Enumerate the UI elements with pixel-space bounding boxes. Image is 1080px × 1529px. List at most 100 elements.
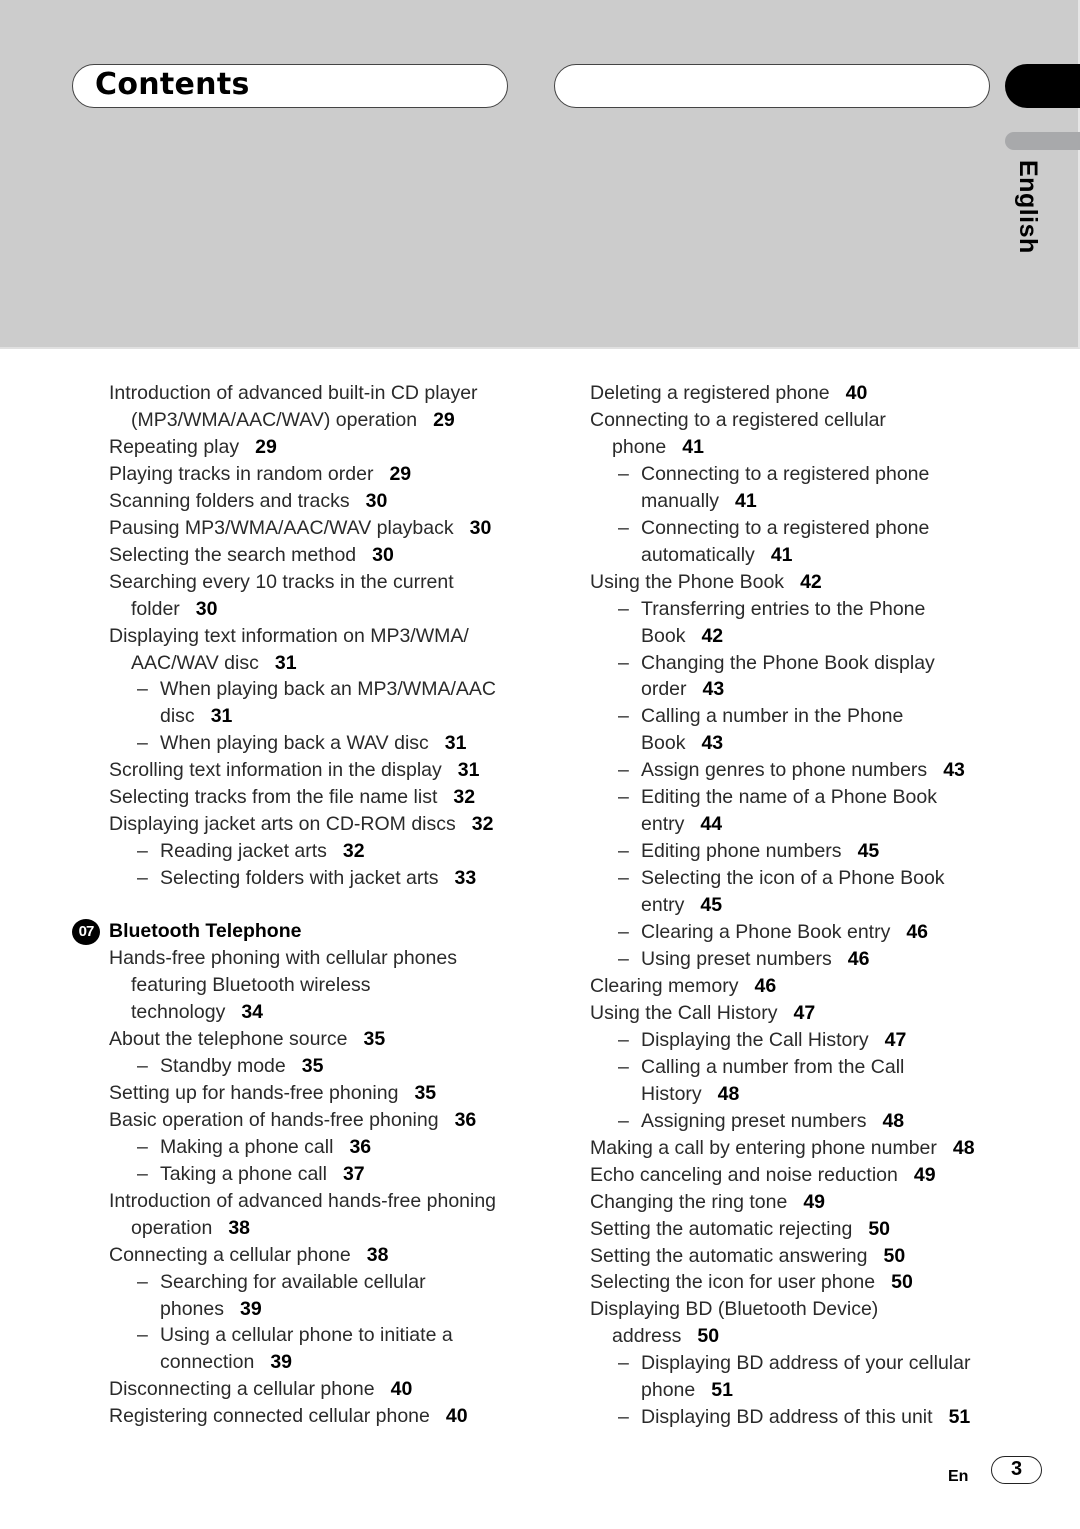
toc-entry[interactable]: Selecting the icon for user phone 50	[590, 1269, 1010, 1296]
toc-page-number[interactable]: 35	[414, 1082, 436, 1104]
toc-page-number[interactable]: 31	[445, 732, 467, 754]
toc-subentry[interactable]: – Standby mode 35	[109, 1053, 539, 1080]
toc-subentry[interactable]: – Selecting folders with jacket arts 33	[109, 865, 539, 892]
toc-subentry[interactable]: – Calling a number in the Phone Book 43	[590, 703, 1010, 757]
toc-subentry[interactable]: – When playing back an MP3/WMA/AAC disc 31	[109, 676, 539, 730]
toc-entry[interactable]: Pausing MP3/WMA/AAC/WAV playback 30	[109, 515, 539, 542]
toc-page-number[interactable]: 36	[455, 1109, 477, 1131]
toc-page-number[interactable]: 43	[701, 732, 723, 754]
toc-page-number[interactable]: 46	[754, 975, 776, 997]
toc-subentry[interactable]: – Searching for available cellular phones 3…	[109, 1269, 539, 1323]
toc-subentry[interactable]: – Displaying the Call History 47	[590, 1027, 1010, 1054]
toc-entry[interactable]: Playing tracks in random order 29	[109, 461, 539, 488]
toc-subentry[interactable]: – Connecting to a registered phone automat…	[590, 515, 1010, 569]
toc-page-number[interactable]: 38	[367, 1244, 389, 1266]
toc-entry[interactable]: Displaying text information on MP3/WMA/A…	[109, 623, 539, 677]
toc-page-number[interactable]: 44	[700, 813, 722, 835]
toc-page-number[interactable]: 50	[884, 1245, 906, 1267]
toc-page-number[interactable]: 49	[914, 1164, 936, 1186]
toc-page-number[interactable]: 32	[472, 813, 494, 835]
toc-subentry[interactable]: – Using preset numbers 46	[590, 946, 1010, 973]
toc-subentry[interactable]: – Selecting the icon of a Phone Book entry…	[590, 865, 1010, 919]
toc-entry[interactable]: Repeating play 29	[109, 434, 539, 461]
toc-page-number[interactable]: 50	[891, 1271, 913, 1293]
toc-entry[interactable]: Selecting tracks from the file name list…	[109, 784, 539, 811]
toc-subentry[interactable]: – Reading jacket arts 32	[109, 838, 539, 865]
toc-subentry[interactable]: – Connecting to a registered phone manuall…	[590, 461, 1010, 515]
toc-entry[interactable]: Setting up for hands-free phoning 35	[109, 1080, 539, 1107]
toc-page-number[interactable]: 34	[241, 1001, 263, 1023]
toc-page-number[interactable]: 49	[803, 1191, 825, 1213]
toc-page-number[interactable]: 31	[211, 705, 233, 727]
toc-page-number[interactable]: 43	[703, 678, 725, 700]
toc-page-number[interactable]: 30	[196, 598, 218, 620]
toc-page-number[interactable]: 51	[949, 1406, 971, 1428]
toc-page-number[interactable]: 39	[270, 1351, 292, 1373]
toc-page-number[interactable]: 43	[943, 759, 965, 781]
toc-page-number[interactable]: 35	[364, 1028, 386, 1050]
toc-subentry[interactable]: – Editing phone numbers 45	[590, 838, 1010, 865]
toc-page-number[interactable]: 29	[255, 436, 277, 458]
toc-entry[interactable]: Basic operation of hands-free phoning 36	[109, 1107, 539, 1134]
toc-page-number[interactable]: 48	[953, 1137, 975, 1159]
toc-page-number[interactable]: 46	[906, 921, 928, 943]
toc-entry[interactable]: Selecting the search method 30	[109, 542, 539, 569]
toc-page-number[interactable]: 47	[885, 1029, 907, 1051]
toc-entry[interactable]: Using the Call History 47	[590, 1000, 1010, 1027]
toc-page-number[interactable]: 29	[389, 463, 411, 485]
toc-entry[interactable]: Setting the automatic answering 50	[590, 1243, 1010, 1270]
toc-page-number[interactable]: 37	[343, 1163, 365, 1185]
toc-page-number[interactable]: 32	[343, 840, 365, 862]
toc-entry[interactable]: Making a call by entering phone number 48	[590, 1135, 1010, 1162]
toc-entry[interactable]: Introduction of advanced built-in CD pla…	[109, 380, 539, 434]
toc-entry[interactable]: Setting the automatic rejecting 50	[590, 1216, 1010, 1243]
toc-page-number[interactable]: 30	[372, 544, 394, 566]
toc-subentry[interactable]: – Editing the name of a Phone Book entry 44	[590, 784, 1010, 838]
toc-entry[interactable]: Echo canceling and noise reduction 49	[590, 1162, 1010, 1189]
toc-subentry[interactable]: – Displaying BD address of your cellular p…	[590, 1350, 1010, 1404]
toc-page-number[interactable]: 31	[458, 759, 480, 781]
toc-page-number[interactable]: 50	[697, 1325, 719, 1347]
toc-subentry[interactable]: – When playing back a WAV disc 31	[109, 730, 539, 757]
toc-entry[interactable]: Using the Phone Book 42	[590, 569, 1010, 596]
toc-page-number[interactable]: 39	[240, 1298, 262, 1320]
toc-page-number[interactable]: 40	[446, 1405, 468, 1427]
toc-subentry[interactable]: – Changing the Phone Book display order 43	[590, 650, 1010, 704]
toc-subentry[interactable]: – Assigning preset numbers 48	[590, 1108, 1010, 1135]
toc-page-number[interactable]: 42	[701, 625, 723, 647]
toc-page-number[interactable]: 42	[800, 571, 822, 593]
toc-subentry[interactable]: – Transferring entries to the Phone Book 42	[590, 596, 1010, 650]
toc-page-number[interactable]: 40	[846, 382, 868, 404]
toc-page-number[interactable]: 32	[453, 786, 475, 808]
toc-page-number[interactable]: 30	[470, 517, 492, 539]
toc-subentry[interactable]: – Displaying BD address of this unit 51	[590, 1404, 1010, 1431]
toc-page-number[interactable]: 29	[433, 409, 455, 431]
toc-page-number[interactable]: 46	[848, 948, 870, 970]
toc-entry[interactable]: Changing the ring tone 49	[590, 1189, 1010, 1216]
toc-entry[interactable]: Clearing memory 46	[590, 973, 1010, 1000]
toc-entry[interactable]: Connecting a cellular phone 38	[109, 1242, 539, 1269]
toc-entry[interactable]: Disconnecting a cellular phone 40	[109, 1376, 539, 1403]
toc-page-number[interactable]: 40	[391, 1378, 413, 1400]
toc-subentry[interactable]: – Using a cellular phone to initiate a con…	[109, 1322, 539, 1376]
toc-subentry[interactable]: – Taking a phone call 37	[109, 1161, 539, 1188]
toc-page-number[interactable]: 48	[718, 1083, 740, 1105]
toc-entry[interactable]: Displaying BD (Bluetooth Device) address 5…	[590, 1296, 1010, 1350]
toc-page-number[interactable]: 50	[868, 1218, 890, 1240]
toc-entry[interactable]: Deleting a registered phone 40	[590, 380, 1010, 407]
toc-page-number[interactable]: 45	[858, 840, 880, 862]
toc-subentry[interactable]: – Calling a number from the Call History 48	[590, 1054, 1010, 1108]
toc-page-number[interactable]: 30	[366, 490, 388, 512]
toc-page-number[interactable]: 51	[711, 1379, 733, 1401]
toc-page-number[interactable]: 33	[455, 867, 477, 889]
toc-page-number[interactable]: 41	[735, 490, 757, 512]
toc-subentry[interactable]: – Making a phone call 36	[109, 1134, 539, 1161]
toc-entry[interactable]: Introduction of advanced hands-free phon…	[109, 1188, 539, 1242]
toc-page-number[interactable]: 45	[700, 894, 722, 916]
toc-subentry[interactable]: – Assign genres to phone numbers 43	[590, 757, 1010, 784]
toc-page-number[interactable]: 41	[682, 436, 704, 458]
toc-subentry[interactable]: – Clearing a Phone Book entry 46	[590, 919, 1010, 946]
toc-page-number[interactable]: 47	[793, 1002, 815, 1024]
toc-page-number[interactable]: 41	[771, 544, 793, 566]
toc-page-number[interactable]: 38	[228, 1217, 250, 1239]
